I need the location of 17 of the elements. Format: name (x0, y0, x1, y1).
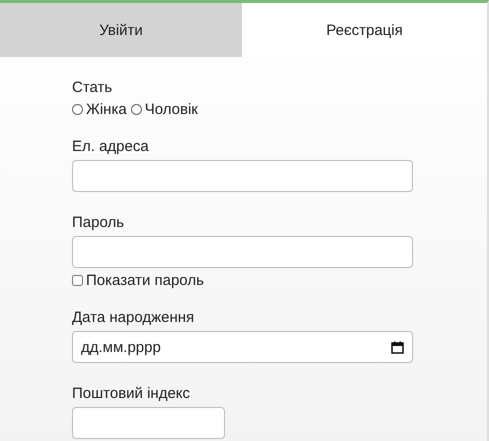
radio-button[interactable] (130, 104, 142, 115)
field-label: Стать (72, 79, 112, 97)
field-label: Поштовий індекс (72, 385, 190, 403)
email-field[interactable] (72, 160, 413, 192)
password-field[interactable] (72, 236, 413, 268)
date-field[interactable]: дд.мм.рррр (72, 331, 413, 363)
postal-code-field[interactable] (72, 407, 225, 439)
field-label: Ел. адреса (72, 138, 149, 156)
calendar-icon[interactable] (391, 340, 404, 354)
radio-label: Жінка (86, 101, 127, 118)
field-label: Пароль (72, 214, 124, 232)
checkbox[interactable] (72, 275, 83, 286)
checkbox-label: Показати пароль (86, 272, 204, 289)
tab[interactable]: Увійти (0, 3, 242, 57)
radio-button[interactable] (72, 104, 83, 115)
field-label: Дата народження (72, 309, 194, 327)
radio-label: Чоловік (144, 101, 198, 118)
